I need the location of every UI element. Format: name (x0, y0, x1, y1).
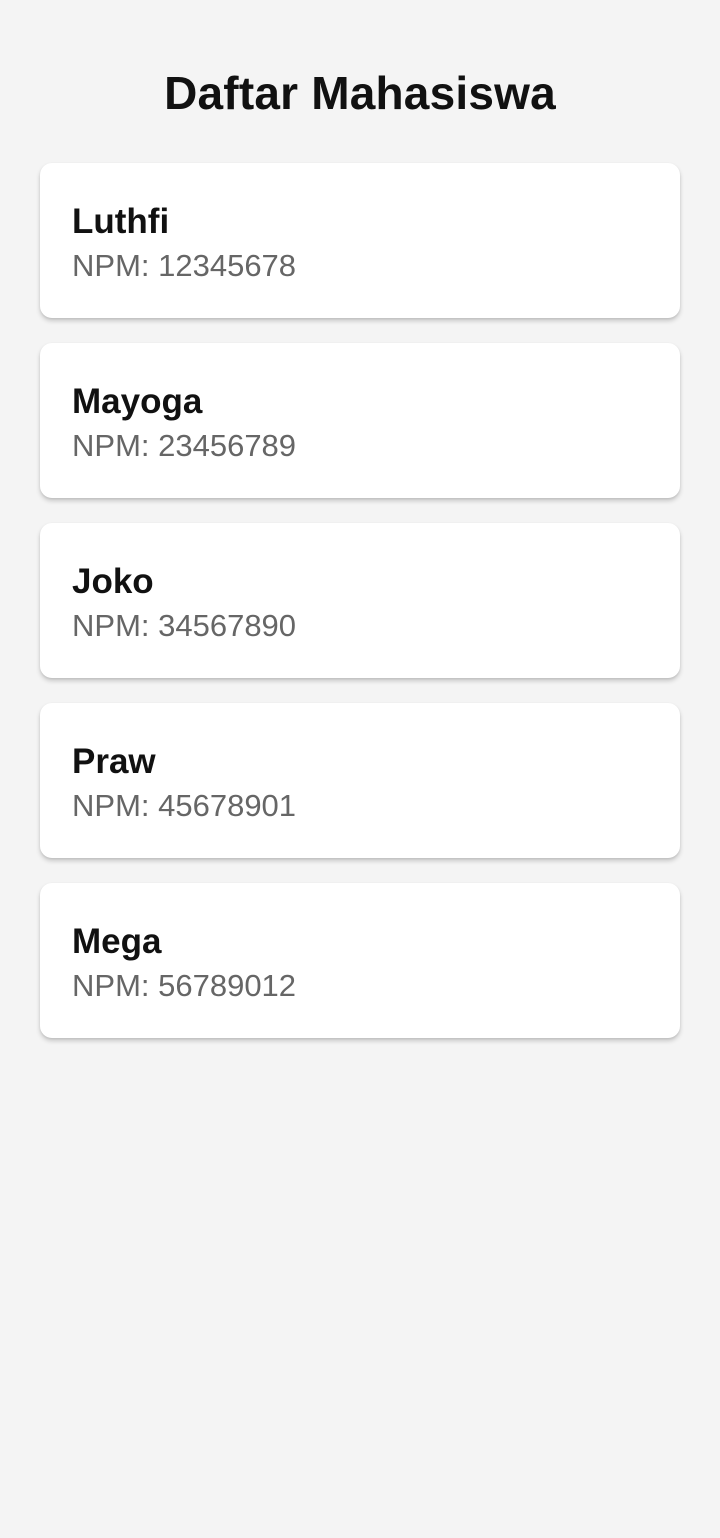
student-name: Mayoga (72, 382, 203, 421)
student-list-screen: Daftar Mahasiswa Luthfi NPM: 12345678 Ma… (0, 0, 720, 1538)
student-card-luthfi[interactable]: Luthfi NPM: 12345678 (40, 163, 680, 318)
student-npm: NPM: 23456789 (72, 428, 297, 463)
student-name: Praw (72, 742, 156, 781)
student-card-joko[interactable]: Joko NPM: 34567890 (40, 523, 680, 678)
student-card-praw[interactable]: Praw NPM: 45678901 (40, 703, 680, 858)
student-npm: NPM: 34567890 (72, 608, 297, 643)
page-title: Daftar Mahasiswa (164, 67, 556, 119)
student-name: Mega (72, 922, 162, 961)
student-card-mayoga[interactable]: Mayoga NPM: 23456789 (40, 343, 680, 498)
student-npm: NPM: 56789012 (72, 968, 297, 1003)
student-npm: NPM: 45678901 (72, 788, 297, 823)
student-name: Luthfi (72, 202, 170, 241)
student-npm: NPM: 12345678 (72, 248, 297, 283)
student-card-mega[interactable]: Mega NPM: 56789012 (40, 883, 680, 1038)
student-list: Luthfi NPM: 12345678 Mayoga NPM: 2345678… (0, 163, 720, 1038)
student-name: Joko (72, 562, 154, 601)
